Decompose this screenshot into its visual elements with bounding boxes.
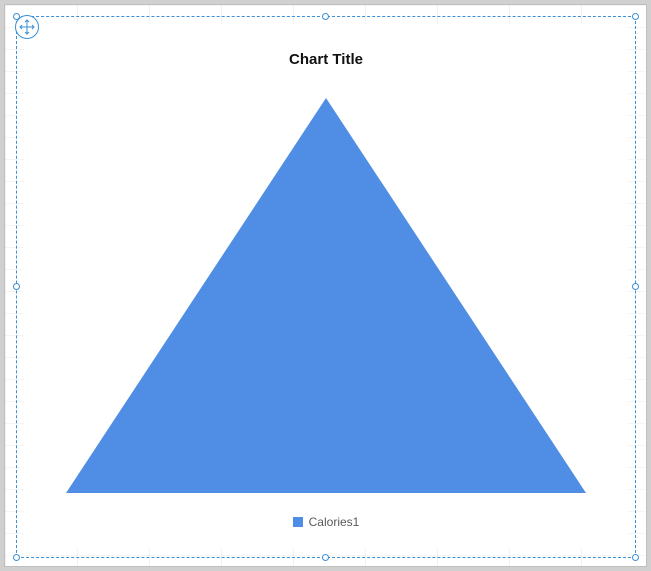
resize-handle-top-center[interactable]	[322, 13, 329, 20]
chart-title[interactable]: Chart Title	[25, 51, 627, 68]
legend-swatch	[293, 517, 303, 527]
move-icon	[19, 19, 35, 35]
chart-series-shape	[66, 98, 586, 493]
move-handle[interactable]	[15, 15, 39, 39]
resize-handle-bottom-left[interactable]	[13, 554, 20, 561]
chart-legend[interactable]: Calories1	[25, 515, 627, 529]
resize-handle-left-center[interactable]	[13, 283, 20, 290]
chart-series-area[interactable]	[25, 83, 627, 493]
resize-handle-right-center[interactable]	[632, 283, 639, 290]
chart-selection-box[interactable]: Chart Title Calories1	[16, 16, 636, 558]
resize-handle-top-right[interactable]	[632, 13, 639, 20]
resize-handle-bottom-right[interactable]	[632, 554, 639, 561]
legend-label: Calories1	[309, 515, 360, 529]
worksheet-area: Chart Title Calories1	[4, 4, 647, 567]
resize-handle-bottom-center[interactable]	[322, 554, 329, 561]
chart-plot-area[interactable]: Chart Title Calories1	[25, 25, 627, 549]
